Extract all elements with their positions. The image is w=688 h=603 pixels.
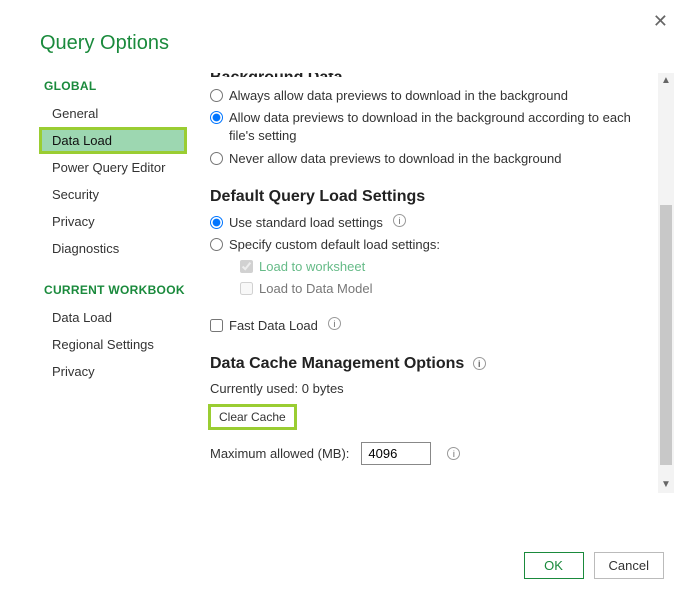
check-load-data-model-input[interactable]: [240, 282, 253, 295]
sidebar-item-power-query-editor[interactable]: Power Query Editor: [40, 155, 186, 180]
radio-load-standard-input[interactable]: [210, 216, 223, 229]
radio-load-custom-input[interactable]: [210, 238, 223, 251]
radio-bg-never[interactable]: Never allow data previews to download in…: [210, 150, 652, 168]
radio-bg-always-input[interactable]: [210, 89, 223, 102]
heading-text: Data Cache Management Options: [210, 355, 464, 372]
close-icon[interactable]: ✕: [653, 12, 668, 30]
sidebar-item-privacy-global[interactable]: Privacy: [40, 209, 186, 234]
sidebar-item-label: General: [52, 106, 98, 121]
sidebar-item-label: Privacy: [52, 214, 95, 229]
radio-bg-always[interactable]: Always allow data previews to download i…: [210, 87, 652, 105]
check-load-data-model[interactable]: Load to Data Model: [240, 280, 652, 298]
max-cache-input[interactable]: [361, 442, 431, 465]
cancel-button[interactable]: Cancel: [594, 552, 664, 579]
heading-data-cache: Data Cache Management Options i: [210, 355, 652, 373]
heading-default-load: Default Query Load Settings: [210, 188, 652, 206]
scrollbar[interactable]: ▲ ▼: [658, 73, 674, 493]
check-fast-data-load-input[interactable]: [210, 319, 223, 332]
sidebar-item-label: Data Load: [52, 310, 112, 325]
content-pane: Background Data Always allow data previe…: [186, 73, 680, 493]
sidebar-item-privacy-current[interactable]: Privacy: [40, 359, 186, 384]
sidebar-section-current-workbook: CURRENT WORKBOOK: [44, 283, 186, 297]
scrollbar-thumb[interactable]: [660, 205, 672, 465]
radio-bg-each[interactable]: Allow data previews to download in the b…: [210, 109, 652, 145]
sidebar-item-label: Security: [52, 187, 99, 202]
radio-label: Always allow data previews to download i…: [229, 87, 568, 105]
sidebar-section-global: GLOBAL: [44, 79, 186, 93]
scroll-up-arrow-icon[interactable]: ▲: [658, 73, 674, 89]
check-load-worksheet-input[interactable]: [240, 260, 253, 273]
sidebar: GLOBAL General Data Load Power Query Edi…: [28, 73, 186, 386]
radio-label: Use standard load settings: [229, 214, 383, 232]
check-label: Load to worksheet: [259, 258, 365, 276]
info-icon[interactable]: i: [473, 357, 486, 370]
sidebar-item-data-load-current[interactable]: Data Load: [40, 305, 186, 330]
sidebar-item-security[interactable]: Security: [40, 182, 186, 207]
sidebar-item-regional-settings[interactable]: Regional Settings: [40, 332, 186, 357]
cache-used-label: Currently used: 0 bytes: [210, 381, 652, 396]
heading-background-data: Background Data: [210, 73, 652, 77]
sidebar-item-general[interactable]: General: [40, 101, 186, 126]
check-fast-data-load[interactable]: Fast Data Load i: [210, 317, 652, 335]
dialog-footer: OK Cancel: [524, 552, 664, 579]
sidebar-item-label: Power Query Editor: [52, 160, 165, 175]
dialog-title: Query Options: [28, 0, 680, 73]
radio-bg-never-input[interactable]: [210, 152, 223, 165]
ok-button[interactable]: OK: [524, 552, 584, 579]
sidebar-item-label: Regional Settings: [52, 337, 154, 352]
sidebar-item-label: Data Load: [52, 133, 112, 148]
radio-label: Never allow data previews to download in…: [229, 150, 561, 168]
check-label: Fast Data Load: [229, 317, 318, 335]
sidebar-item-label: Diagnostics: [52, 241, 119, 256]
radio-label: Allow data previews to download in the b…: [229, 109, 652, 145]
query-options-dialog: ✕ Query Options GLOBAL General Data Load…: [28, 0, 680, 595]
info-icon[interactable]: i: [393, 214, 406, 227]
max-cache-label: Maximum allowed (MB):: [210, 446, 349, 461]
clear-cache-button[interactable]: Clear Cache: [210, 406, 295, 428]
radio-bg-each-input[interactable]: [210, 111, 223, 124]
radio-load-standard[interactable]: Use standard load settings i: [210, 214, 652, 232]
sidebar-item-diagnostics[interactable]: Diagnostics: [40, 236, 186, 261]
check-label: Load to Data Model: [259, 280, 372, 298]
info-icon[interactable]: i: [447, 447, 460, 460]
radio-load-custom[interactable]: Specify custom default load settings:: [210, 236, 652, 254]
scroll-down-arrow-icon[interactable]: ▼: [658, 477, 674, 493]
check-load-worksheet[interactable]: Load to worksheet: [240, 258, 652, 276]
radio-label: Specify custom default load settings:: [229, 236, 440, 254]
info-icon[interactable]: i: [328, 317, 341, 330]
sidebar-item-data-load-global[interactable]: Data Load: [40, 128, 186, 153]
sidebar-item-label: Privacy: [52, 364, 95, 379]
